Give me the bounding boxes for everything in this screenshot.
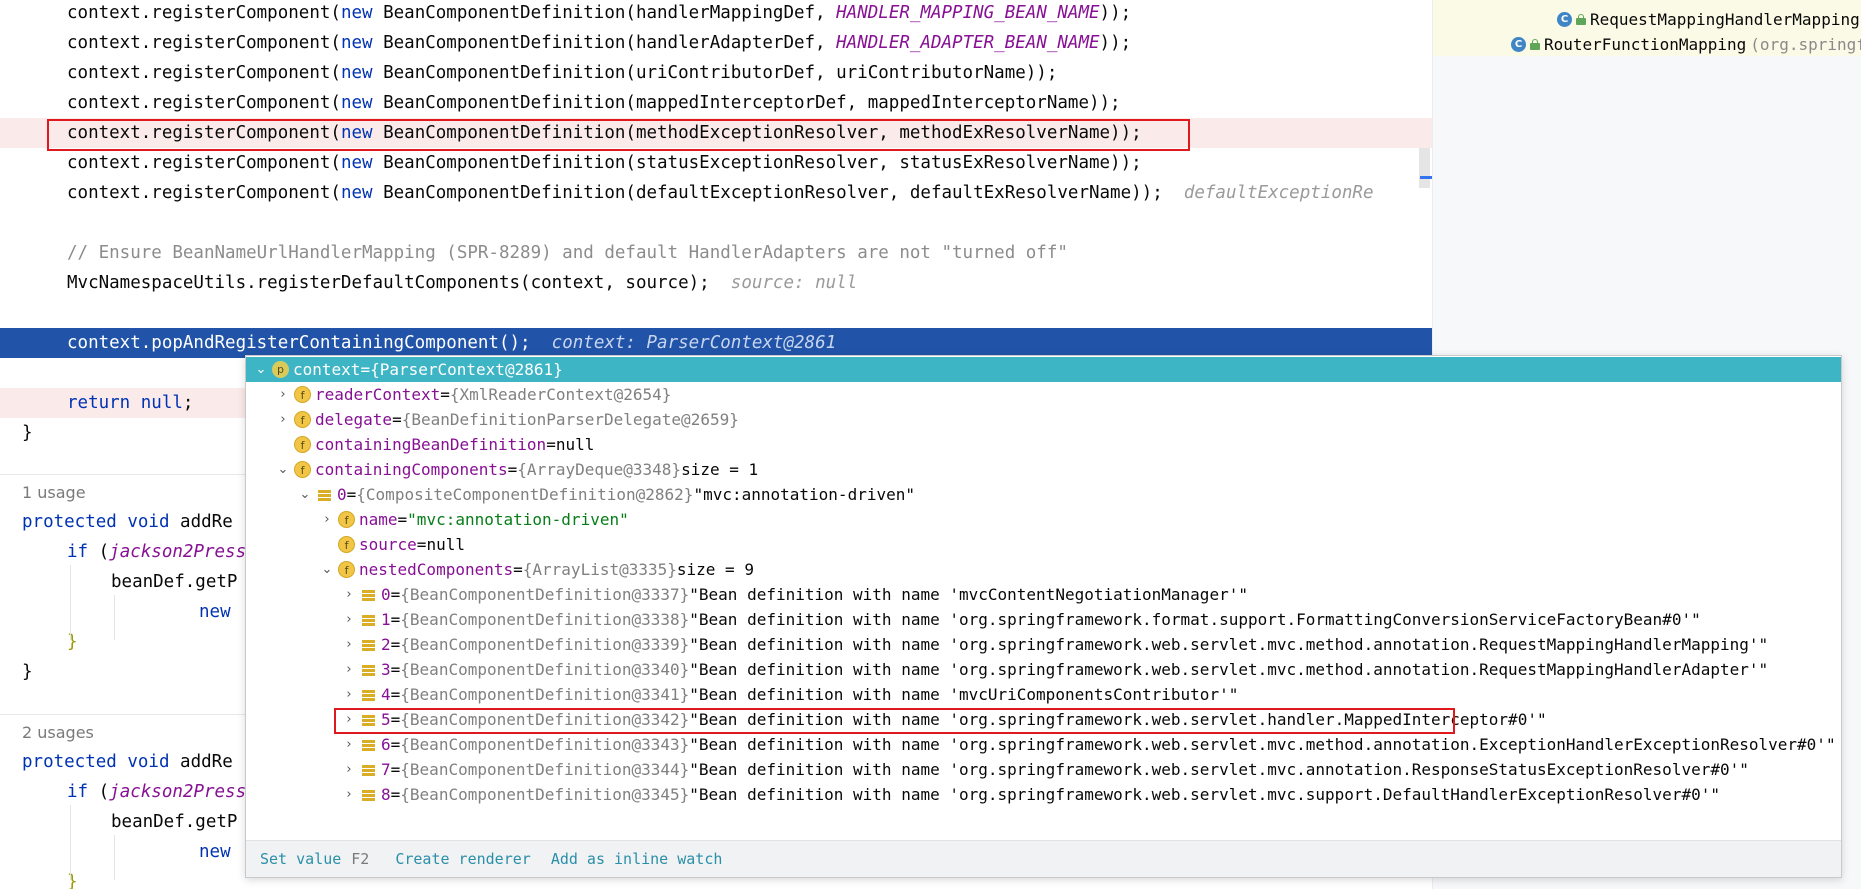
tree-node-context[interactable]: ⌄ p context = {ParserContext@2861} <box>246 357 1841 382</box>
structure-item-router-function-mapping[interactable]: C RouterFunctionMapping (org.springfr <box>1511 35 1861 54</box>
array-item-icon <box>360 786 377 803</box>
chevron-right-icon[interactable]: › <box>342 757 356 782</box>
structure-item-package: (org.springfr <box>1750 35 1861 54</box>
tree-node-nested-item[interactable]: › 8 = {BeanComponentDefinition@3345} "Be… <box>246 782 1841 807</box>
indent-guide <box>114 835 115 880</box>
code-line: context.registerComponent(new BeanCompon… <box>67 63 1058 83</box>
field-icon: f <box>294 461 311 478</box>
tree-node-nested-components[interactable]: ⌄ f nestedComponents = {ArrayList@3335} … <box>246 557 1841 582</box>
tree-node-nested-item[interactable]: › 1 = {BeanComponentDefinition@3338} "Be… <box>246 607 1841 632</box>
array-item-icon <box>360 761 377 778</box>
chevron-right-icon[interactable]: › <box>342 682 356 707</box>
array-item-icon <box>360 711 377 728</box>
code-line: context.registerComponent(new BeanCompon… <box>67 153 1142 173</box>
code-line: context.registerComponent(new BeanCompon… <box>67 3 1132 23</box>
tree-node-reader-context[interactable]: › f readerContext = {XmlReaderContext@26… <box>246 382 1841 407</box>
method-separator <box>0 714 245 715</box>
tree-node-delegate[interactable]: › f delegate = {BeanDefinitionParserDele… <box>246 407 1841 432</box>
tree-node-containing-components[interactable]: ⌄ f containingComponents = {ArrayDeque@3… <box>246 457 1841 482</box>
class-icon: C <box>1557 12 1572 27</box>
structure-item-request-mapping-handler-mapping[interactable]: C RequestMappingHandlerMapping <box>1557 10 1860 29</box>
code-line: context.registerComponent(new BeanCompon… <box>67 93 1121 113</box>
chevron-right-icon[interactable]: › <box>342 632 356 657</box>
field-icon: f <box>294 436 311 453</box>
inline-debug-hint: source: null <box>730 273 858 293</box>
chevron-right-icon[interactable]: › <box>320 507 334 532</box>
popup-footer: Set value F2 Create renderer Add as inli… <box>246 840 1841 877</box>
code-line: context.registerComponent(new BeanCompon… <box>67 33 1132 53</box>
inline-debug-hint: defaultExceptionRe <box>1183 183 1374 203</box>
array-item-icon <box>316 486 333 503</box>
code-line-highlighted: context.registerComponent(new BeanCompon… <box>0 118 1432 148</box>
tree-node-nested-item[interactable]: › 3 = {BeanComponentDefinition@3340} "Be… <box>246 657 1841 682</box>
tree-node-containing-bean-definition[interactable]: f containingBeanDefinition = null <box>246 432 1841 457</box>
indent-guide <box>70 565 71 640</box>
usage-hint[interactable]: 2 usages <box>22 723 94 742</box>
array-item-icon <box>360 661 377 678</box>
code-line: MvcNamespaceUtils.registerDefaultCompone… <box>67 273 858 293</box>
structure-item-label: RouterFunctionMapping <box>1544 35 1747 54</box>
chevron-right-icon[interactable]: › <box>342 732 356 757</box>
chevron-down-icon[interactable]: ⌄ <box>254 357 268 382</box>
field-icon: f <box>338 561 355 578</box>
array-item-icon <box>360 736 377 753</box>
chevron-down-icon[interactable]: ⌄ <box>320 557 334 582</box>
tree-node-nested-item[interactable]: › 7 = {BeanComponentDefinition@3344} "Be… <box>246 757 1841 782</box>
lock-icon <box>1576 14 1586 25</box>
chevron-right-icon[interactable]: › <box>342 707 356 732</box>
lock-icon <box>1530 39 1540 50</box>
tree-node-nested-item[interactable]: › 4 = {BeanComponentDefinition@3341} "Be… <box>246 682 1841 707</box>
tree-node-nested-item[interactable]: › 5 = {BeanComponentDefinition@3342} "Be… <box>246 707 1841 732</box>
code-line: context.registerComponent(new BeanCompon… <box>67 183 1374 203</box>
chevron-right-icon[interactable]: › <box>276 382 290 407</box>
tree-node-source[interactable]: f source = null <box>246 532 1841 557</box>
class-icon: C <box>1511 37 1526 52</box>
tree-node-nested-item[interactable]: › 0 = {BeanComponentDefinition@3337} "Be… <box>246 582 1841 607</box>
set-value-link[interactable]: Set value <box>260 850 341 868</box>
field-icon: f <box>338 511 355 528</box>
chevron-right-icon[interactable]: › <box>342 782 356 807</box>
chevron-right-icon[interactable]: › <box>342 582 356 607</box>
shortcut-label: F2 <box>351 850 370 868</box>
array-item-icon <box>360 636 377 653</box>
field-icon: f <box>294 386 311 403</box>
array-item-icon <box>360 611 377 628</box>
indent-guide <box>114 595 115 640</box>
chevron-right-icon[interactable]: › <box>342 607 356 632</box>
indent-guide <box>70 805 71 880</box>
chevron-down-icon[interactable]: ⌄ <box>276 457 290 482</box>
tree-node-nested-item[interactable]: › 6 = {BeanComponentDefinition@3343} "Be… <box>246 732 1841 757</box>
create-renderer-link[interactable]: Create renderer <box>395 850 530 868</box>
tree-node-item-0[interactable]: ⌄ 0 = {CompositeComponentDefinition@2862… <box>246 482 1841 507</box>
chevron-right-icon[interactable]: › <box>342 657 356 682</box>
code-comment: // Ensure BeanNameUrlHandlerMapping (SPR… <box>67 243 1068 263</box>
inline-debug-hint: context: ParserContext@2861 <box>551 333 837 353</box>
tree-node-name[interactable]: › f name = "mvc:annotation-driven" <box>246 507 1841 532</box>
field-icon: f <box>338 536 355 553</box>
usage-hint[interactable]: 1 usage <box>22 483 86 502</box>
tree-node-nested-item[interactable]: › 2 = {BeanComponentDefinition@3339} "Be… <box>246 632 1841 657</box>
structure-item-label: RequestMappingHandlerMapping <box>1590 10 1860 29</box>
debug-variables-popup[interactable]: ⌄ p context = {ParserContext@2861} › f r… <box>245 355 1842 878</box>
chevron-down-icon[interactable]: ⌄ <box>298 482 312 507</box>
field-icon: f <box>294 411 311 428</box>
current-execution-line: context.popAndRegisterContainingComponen… <box>0 328 1432 358</box>
chevron-right-icon[interactable]: › <box>276 407 290 432</box>
add-inline-watch-link[interactable]: Add as inline watch <box>551 850 723 868</box>
parameter-icon: p <box>272 361 289 378</box>
method-separator <box>0 474 245 475</box>
array-item-icon <box>360 586 377 603</box>
array-item-icon <box>360 686 377 703</box>
